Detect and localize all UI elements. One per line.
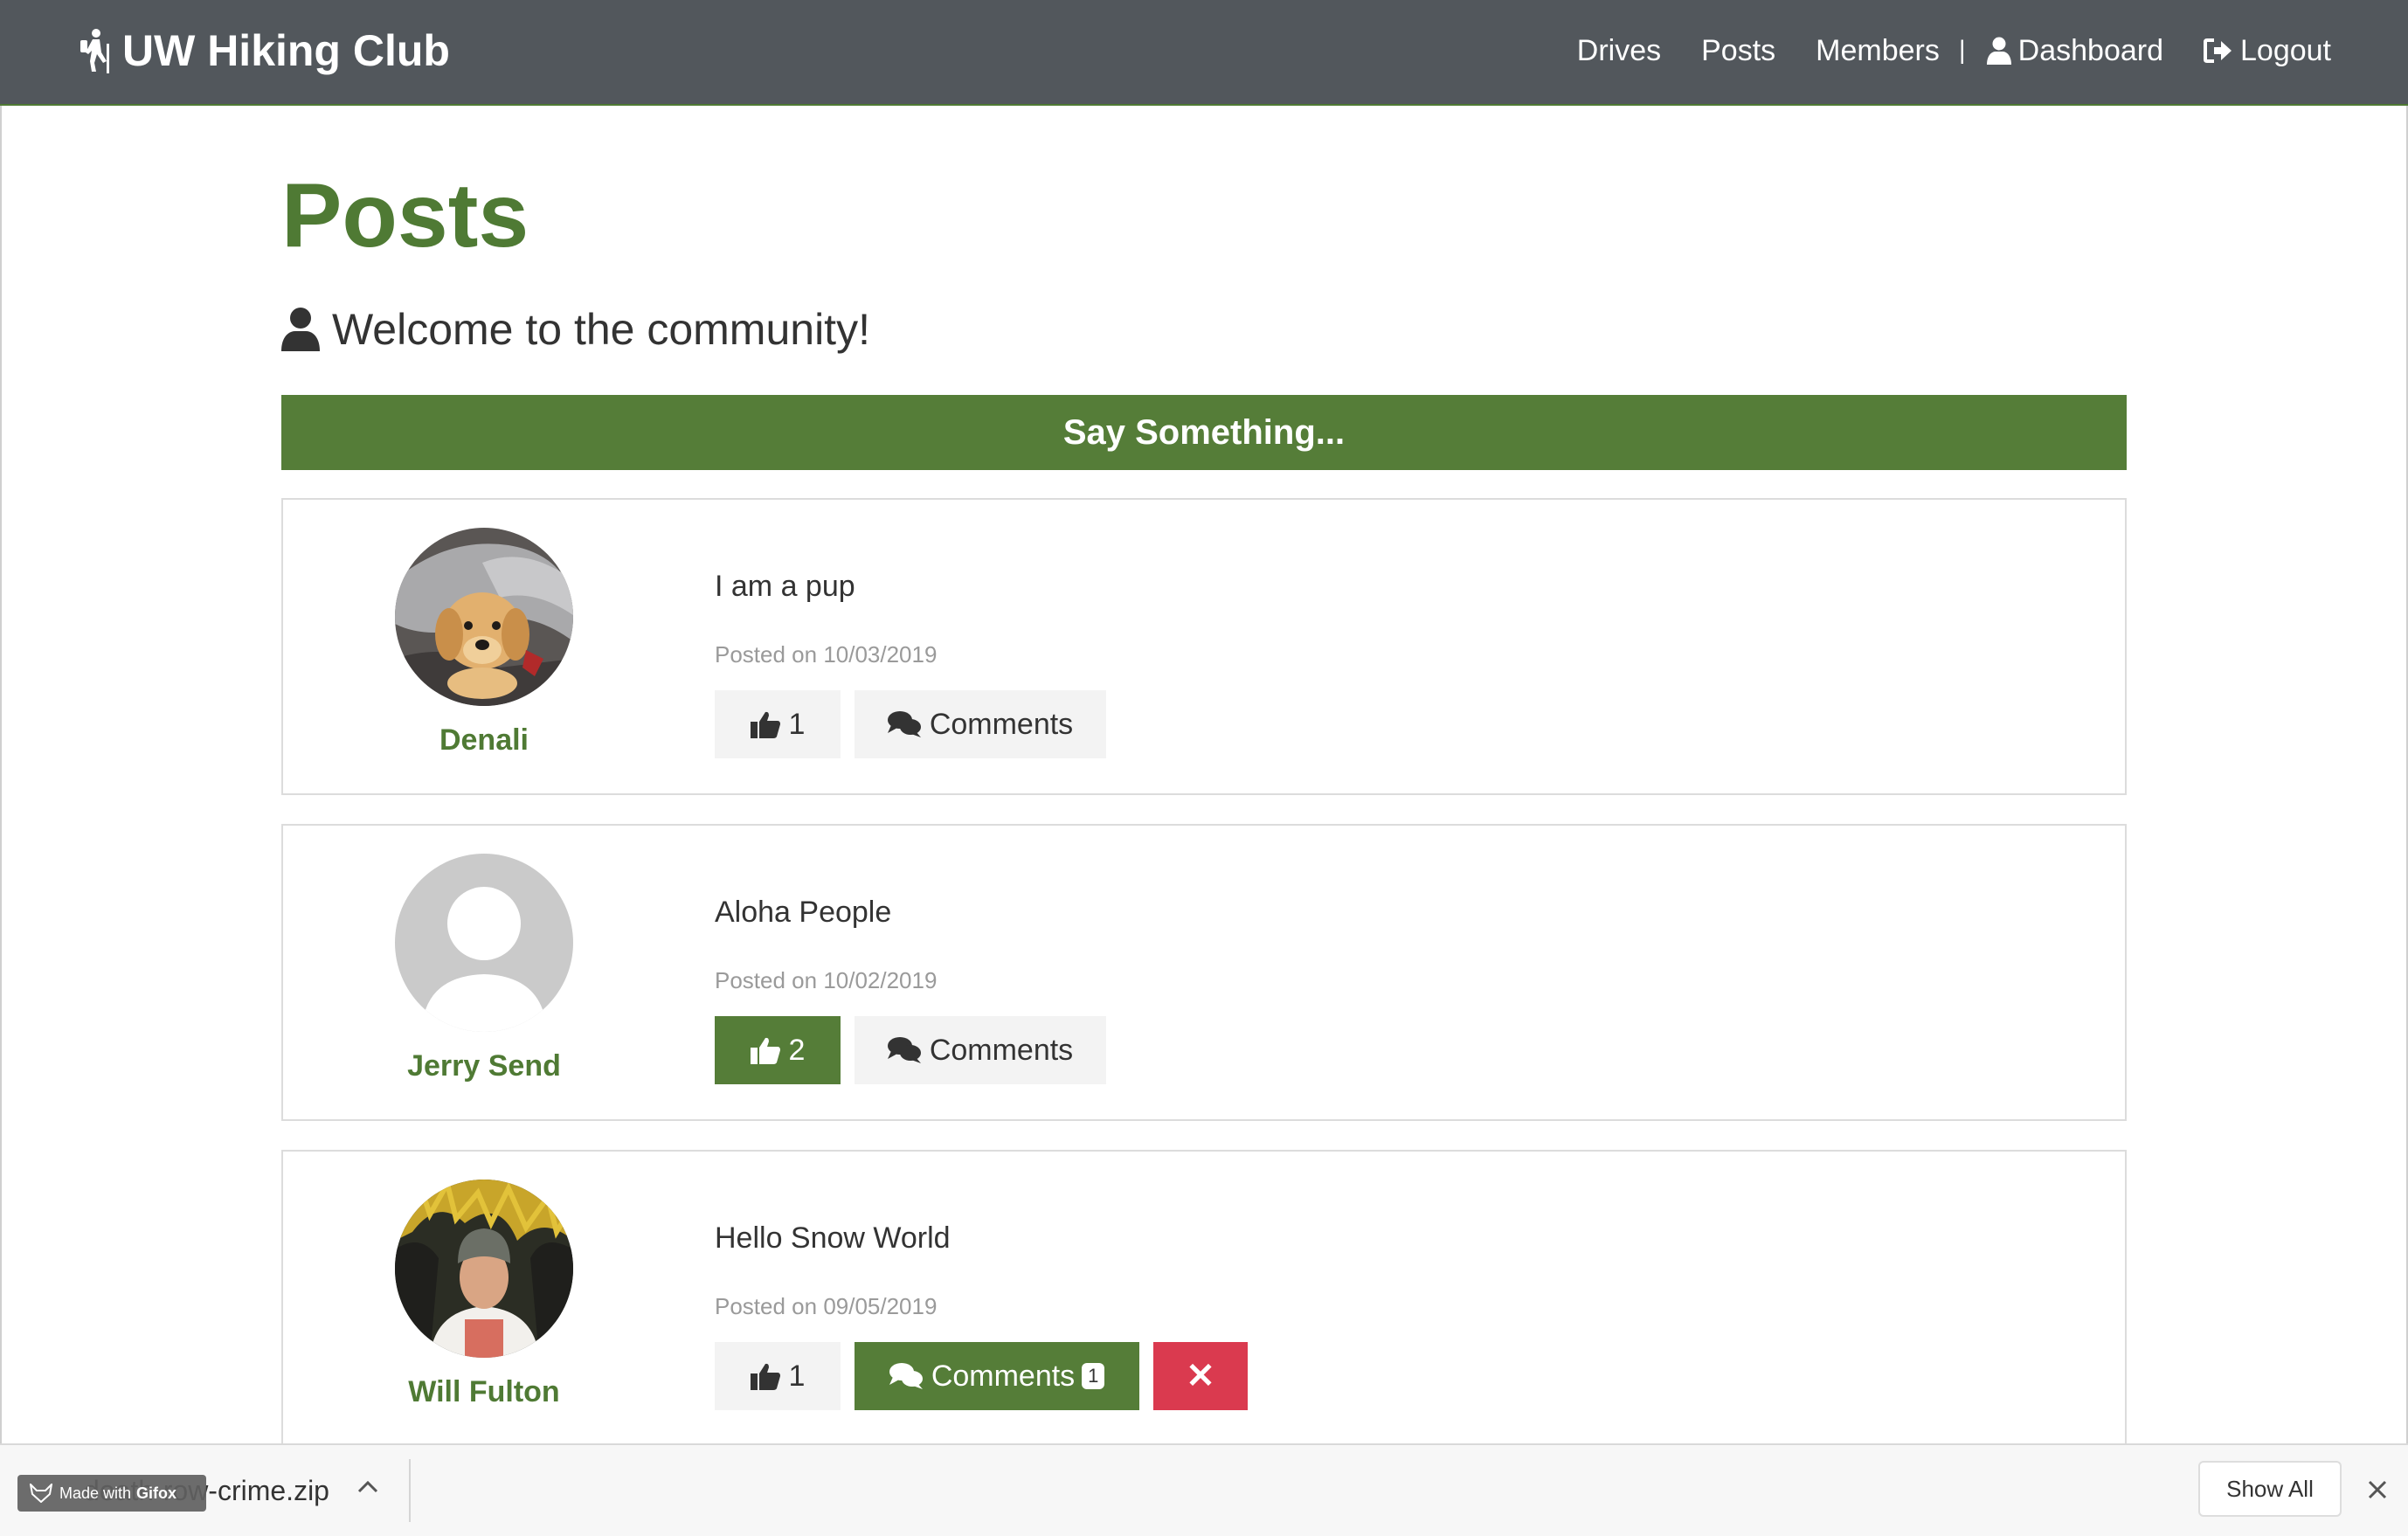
comments-icon — [887, 711, 921, 737]
comments-label: Comments — [929, 707, 1074, 741]
close-icon: ✕ — [1186, 1357, 1215, 1395]
puppy-photo — [395, 528, 573, 706]
page-title: Posts — [281, 165, 529, 266]
like-button[interactable]: 1 — [715, 1342, 841, 1410]
post-author[interactable]: Denali — [309, 723, 659, 758]
watermark-text: Made with — [59, 1484, 132, 1502]
post-author[interactable]: Jerry Send — [309, 1049, 659, 1083]
nav-dashboard-label: Dashboard — [2017, 33, 2163, 67]
post-card: Jerry Send Aloha People Posted on 10/02/… — [281, 824, 2127, 1121]
like-count: 2 — [788, 1033, 806, 1067]
download-bar: death-row-crime.zip Made with Gifox Show… — [0, 1443, 2408, 1536]
post-actions: 1 Comments 1 ✕ — [715, 1342, 1262, 1410]
watermark-brand: Gifox — [136, 1484, 177, 1502]
nav-links: Drives Posts Members | Dashboard Logout — [1537, 24, 2331, 77]
comments-icon — [887, 1037, 921, 1063]
post-date: Posted on 10/03/2019 — [715, 641, 938, 668]
like-count: 1 — [788, 1359, 806, 1393]
like-button[interactable]: 2 — [715, 1016, 841, 1084]
fox-icon — [30, 1484, 52, 1503]
thumbs-up-icon — [750, 711, 780, 738]
post-card: Denali I am a pup Posted on 10/03/2019 1… — [281, 498, 2127, 795]
comments-label: Comments — [931, 1359, 1076, 1393]
post-date: Posted on 10/02/2019 — [715, 967, 938, 993]
avatar — [395, 1180, 573, 1358]
close-icon[interactable] — [2363, 1475, 2392, 1505]
brand-name: UW Hiking Club — [122, 26, 450, 75]
post-card: Will Fulton Hello Snow World Posted on 0… — [281, 1150, 2127, 1447]
comments-count-badge: 1 — [1082, 1363, 1105, 1389]
post-text: Hello Snow World — [715, 1221, 951, 1255]
nav-separator: | — [1958, 36, 1966, 65]
nav-drives[interactable]: Drives — [1577, 34, 1661, 68]
default-user-avatar — [395, 854, 573, 1032]
post-text: I am a pup — [715, 570, 855, 603]
comments-icon — [889, 1363, 923, 1389]
thumbs-up-icon — [750, 1037, 780, 1064]
brand-link[interactable]: UW Hiking Club — [77, 24, 450, 77]
like-count: 1 — [788, 707, 806, 741]
user-icon — [281, 308, 320, 351]
show-all-button[interactable]: Show All — [2198, 1461, 2342, 1517]
post-date: Posted on 09/05/2019 — [715, 1293, 938, 1319]
nav-logout[interactable]: Logout — [2204, 34, 2331, 68]
man-photo — [395, 1180, 573, 1358]
nav-logout-label: Logout — [2240, 33, 2331, 67]
navbar: UW Hiking Club Drives Posts Members | Da… — [0, 0, 2408, 106]
post-author[interactable]: Will Fulton — [309, 1375, 659, 1409]
thumbs-up-icon — [750, 1363, 780, 1390]
post-text: Aloha People — [715, 896, 892, 929]
post-actions: 1 Comments — [715, 690, 1120, 758]
say-something-button[interactable]: Say Something... — [281, 395, 2127, 470]
nav-members[interactable]: Members — [1816, 34, 1940, 68]
chevron-up-icon[interactable] — [356, 1478, 379, 1494]
post-actions: 2 Comments — [715, 1016, 1120, 1084]
download-divider — [409, 1459, 411, 1522]
comments-button[interactable]: Comments — [855, 1016, 1106, 1084]
page-lead-text: Welcome to the community! — [332, 305, 870, 354]
sign-out-icon — [2204, 38, 2232, 63]
like-button[interactable]: 1 — [715, 690, 841, 758]
nav-posts[interactable]: Posts — [1701, 34, 1775, 68]
avatar — [395, 528, 573, 706]
avatar — [395, 854, 573, 1032]
nav-dashboard[interactable]: Dashboard — [1986, 33, 2163, 68]
page-lead: Welcome to the community! — [281, 304, 870, 355]
comments-label: Comments — [929, 1033, 1074, 1067]
hiker-icon — [80, 29, 109, 73]
user-icon — [1986, 37, 2011, 65]
comments-button[interactable]: Comments 1 — [855, 1342, 1139, 1410]
delete-post-button[interactable]: ✕ — [1153, 1342, 1248, 1410]
gifox-watermark: Made with Gifox — [17, 1475, 206, 1512]
comments-button[interactable]: Comments — [855, 690, 1106, 758]
